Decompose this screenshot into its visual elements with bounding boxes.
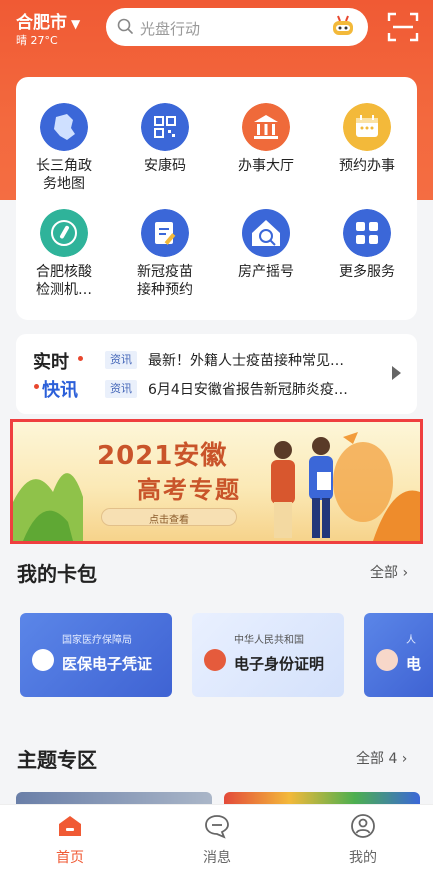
bank-building-icon <box>242 103 290 151</box>
news-brand-dot <box>78 356 83 361</box>
house-lottery-icon <box>242 209 290 257</box>
news-tag: 资讯 <box>105 351 137 369</box>
news-tag: 资讯 <box>105 380 137 398</box>
qr-code-icon <box>141 103 189 151</box>
news-ticker[interactable]: 实时 快讯 资讯 最新！外籍人士疫苗接种常见… 资讯 6月4日安徽省报告新冠肺炎… <box>16 334 417 414</box>
service-hall[interactable]: 办事大厅 <box>216 103 316 175</box>
tab-label: 我的 <box>349 850 377 866</box>
service-label: 房产摇号 <box>238 264 294 280</box>
tab-home[interactable]: 首页 <box>30 813 110 867</box>
news-headline[interactable]: 最新！外籍人士疫苗接种常见… <box>148 350 378 370</box>
search-bar[interactable]: 光盘行动 <box>106 8 368 46</box>
test-tube-icon <box>40 209 88 257</box>
service-ankang-code[interactable]: 安康码 <box>115 103 215 175</box>
quick-services-panel: 长三角政 务地图 安康码 办事大厅 预约办事 合肥核酸 检测机… 新冠疫苗 接种… <box>16 77 417 320</box>
top-bar: 合肥市 ▼ 晴 27°C 光盘行动 <box>0 0 433 60</box>
card-name: 电 <box>406 655 422 673</box>
news-brand-line2: 快讯 <box>42 380 78 401</box>
home-icon <box>59 816 81 836</box>
map-icon <box>40 103 88 151</box>
topics-more-link[interactable]: 全部 4 › <box>356 748 407 768</box>
gaokao-banner[interactable]: 2021安徽 高考专题 点击查看 <box>10 419 423 544</box>
profile-icon <box>351 814 375 838</box>
emblem-icon <box>376 649 398 671</box>
service-housing-lottery[interactable]: 房产摇号 <box>216 209 316 281</box>
city-name: 合肥市 <box>16 13 67 33</box>
robot-assistant-icon[interactable] <box>328 12 358 42</box>
tab-label: 首页 <box>56 850 84 866</box>
chevron-down-icon: ▼ <box>71 17 81 31</box>
news-brand-dot <box>34 384 39 389</box>
service-more[interactable]: 更多服务 <box>317 209 417 281</box>
service-appointment[interactable]: 预约办事 <box>317 103 417 175</box>
service-label: 更多服务 <box>339 264 395 280</box>
service-label: 安康码 <box>144 158 186 174</box>
news-headline[interactable]: 6月4日安徽省报告新冠肺炎疫… <box>148 379 378 399</box>
medical-insurance-logo-icon <box>32 649 54 671</box>
card-medical-insurance[interactable]: 国家医疗保障局 医保电子凭证 <box>20 613 172 697</box>
weather-info: 晴 27°C <box>16 34 58 47</box>
banner-cta-label: 点击查看 <box>149 515 189 526</box>
news-brand-line1: 实时 <box>33 352 69 373</box>
service-vaccine[interactable]: 新冠疫苗 接种预约 <box>115 209 215 299</box>
card-issuer: 人 <box>406 635 416 646</box>
play-arrow-icon[interactable] <box>392 366 401 380</box>
service-label: 合肥核酸 检测机… <box>36 264 92 298</box>
topics-title: 主题专区 <box>17 748 97 772</box>
calendar-icon <box>343 103 391 151</box>
service-nucleic-test[interactable]: 合肥核酸 检测机… <box>14 209 114 299</box>
grid-more-icon <box>343 209 391 257</box>
card-electronic-id[interactable]: 中华人民共和国 电子身份证明 <box>192 613 344 697</box>
search-placeholder: 光盘行动 <box>140 20 201 38</box>
banner-title-line2: 高考专题 <box>137 476 241 504</box>
scan-icon[interactable] <box>387 11 419 43</box>
vaccine-form-icon <box>141 209 189 257</box>
card-issuer: 国家医疗保障局 <box>62 635 132 646</box>
service-regional-map[interactable]: 长三角政 务地图 <box>14 103 114 193</box>
card-issuer: 中华人民共和国 <box>234 635 304 646</box>
card-name: 电子身份证明 <box>234 655 325 673</box>
wallet-more-link[interactable]: 全部 › <box>370 562 408 582</box>
national-emblem-icon <box>204 649 226 671</box>
card-name: 医保电子凭证 <box>62 655 153 673</box>
card-partial[interactable]: 人 电 <box>364 613 433 697</box>
bottom-tab-bar: 首页 消息 我的 <box>0 804 433 872</box>
tab-messages[interactable]: 消息 <box>177 813 257 867</box>
tab-profile[interactable]: 我的 <box>323 813 403 867</box>
service-label: 长三角政 务地图 <box>36 158 92 192</box>
message-icon <box>205 815 229 839</box>
tab-label: 消息 <box>203 850 231 866</box>
service-label: 预约办事 <box>339 158 395 174</box>
city-selector[interactable]: 合肥市 ▼ <box>16 8 80 33</box>
service-label: 办事大厅 <box>238 158 294 174</box>
banner-cta-button[interactable]: 点击查看 <box>101 508 237 526</box>
search-icon <box>117 18 133 34</box>
banner-title-line1: 2021安徽 <box>97 441 228 471</box>
wallet-title: 我的卡包 <box>17 562 97 586</box>
service-label: 新冠疫苗 接种预约 <box>137 264 193 298</box>
